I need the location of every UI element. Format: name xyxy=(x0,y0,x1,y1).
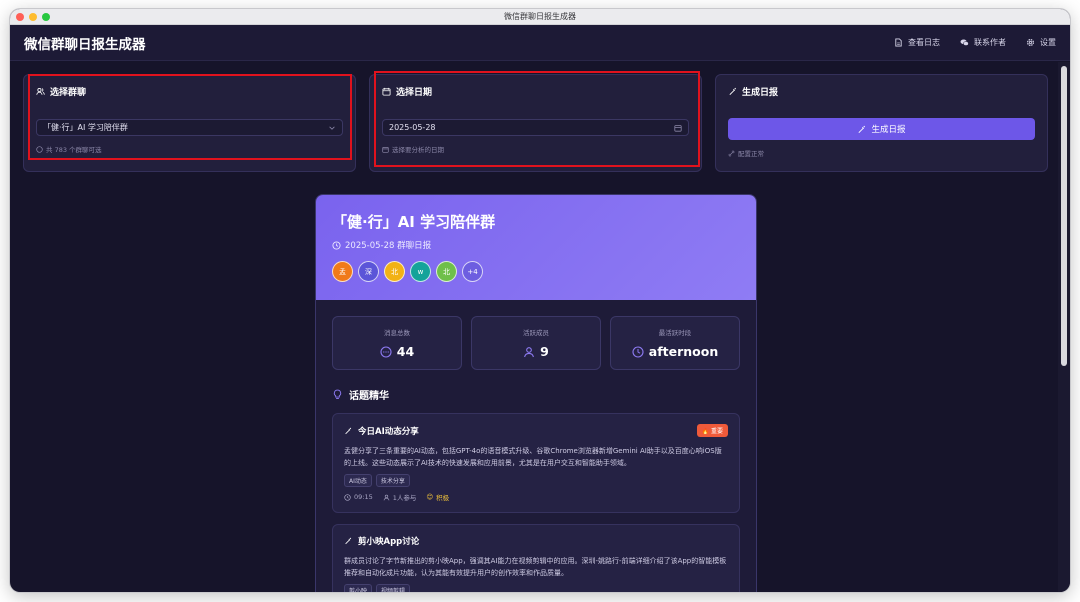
group-select-value: 「健·行」AI 学习陪伴群 xyxy=(43,123,128,132)
config-status-text: 配置正常 xyxy=(738,150,764,158)
avatar: 北 xyxy=(436,261,457,282)
header-nav: 查看日志 联系作者 设置 xyxy=(894,37,1056,48)
app-title: 微信群聊日报生成器 xyxy=(24,36,146,53)
magic-wand-icon xyxy=(345,427,352,434)
link-icon xyxy=(728,150,735,156)
topic-card[interactable]: 剪小映App讨论 群成员讨论了字节新推出的剪小映App，强调其AI能力在视频剪辑… xyxy=(332,524,740,592)
group-count-hint: 共 783 个群聊可选 xyxy=(36,144,343,154)
settings-button[interactable]: 设置 xyxy=(1026,37,1056,48)
magic-wand-icon xyxy=(345,537,352,545)
magic-wand-icon xyxy=(858,125,866,133)
chat-icon xyxy=(960,39,969,46)
date-input[interactable]: 2025-05-28 xyxy=(382,119,689,136)
select-group-card: 选择群聊 「健·行」AI 学习陪伴群 共 783 个群聊可选 xyxy=(23,74,356,172)
badge-text: 重要 xyxy=(710,428,723,435)
settings-label: 设置 xyxy=(1040,38,1056,47)
calendar-icon xyxy=(382,87,391,96)
calendar-icon xyxy=(382,146,389,153)
user-icon xyxy=(383,494,390,500)
generate-report-label: 生成日报 xyxy=(871,125,906,135)
report-preview: 「健·行」AI 学习陪伴群 2025-05-28 群聊日报 孟 深 北 w 北 … xyxy=(315,194,757,592)
scroll-thumb[interactable] xyxy=(1061,66,1067,366)
view-logs-label: 查看日志 xyxy=(908,38,940,47)
select-date-card: 选择日期 2025-05-28 选择要分析的日期 xyxy=(369,74,702,172)
document-icon xyxy=(895,38,902,47)
calendar-icon xyxy=(674,124,682,132)
scrollbar[interactable] xyxy=(1058,62,1070,592)
clock-icon xyxy=(332,240,341,250)
topics-section-title: 话题精华 xyxy=(332,387,740,402)
date-hint: 选择要分析的日期 xyxy=(382,144,689,154)
stat-value: afternoon xyxy=(648,344,719,359)
group-select[interactable]: 「健·行」AI 学习陪伴群 xyxy=(36,119,343,136)
date-hint-text: 选择要分析的日期 xyxy=(392,146,444,154)
contact-author-button[interactable]: 联系作者 xyxy=(960,37,1006,48)
topic-card[interactable]: 今日AI动态分享 🔥 重要 孟健分享了三条重要的AI动态，包括GPT-4o的语音… xyxy=(332,413,740,513)
magic-wand-icon xyxy=(729,87,736,95)
generate-report-title: 生成日报 xyxy=(742,88,779,98)
report-date-text: 2025-05-28 群聊日报 xyxy=(345,241,432,251)
maximize-window-button[interactable] xyxy=(42,13,50,21)
stat-peak-time: 最活跃时段 afternoon xyxy=(610,316,740,370)
avatar-more: +4 xyxy=(462,261,483,282)
chevron-down-icon xyxy=(329,126,335,130)
stat-total-messages: 消息总数 44 xyxy=(332,316,462,370)
topic-description: 群成员讨论了字节新推出的剪小映App，强调其AI能力在视频剪辑中的应用。深圳-姚… xyxy=(344,557,727,577)
window-title: 微信群聊日报生成器 xyxy=(504,12,576,21)
minimize-window-button[interactable] xyxy=(29,13,37,21)
view-logs-button[interactable]: 查看日志 xyxy=(894,37,940,48)
app-header: 微信群聊日报生成器 查看日志 联系作者 设置 xyxy=(10,25,1070,61)
clock-icon xyxy=(344,493,351,501)
topic-tag: 技术分享 xyxy=(375,474,410,487)
topic-title: 剪小映App讨论 xyxy=(358,537,420,547)
stat-label: 活跃成员 xyxy=(523,329,549,337)
avatar: 深 xyxy=(358,261,379,282)
report-group-name: 「健·行」AI 学习陪伴群 xyxy=(332,213,496,231)
avatar-list: 孟 深 北 w 北 +4 xyxy=(332,261,740,282)
generate-report-button[interactable]: 生成日报 xyxy=(728,118,1035,140)
report-date-line: 2025-05-28 群聊日报 xyxy=(332,239,740,251)
topic-meta: 09:15 1人参与 😊 积极 xyxy=(344,492,728,502)
group-count-text: 共 783 个群聊可选 xyxy=(46,146,102,154)
avatar: 北 xyxy=(384,261,405,282)
section-title-text: 话题精华 xyxy=(349,391,389,402)
message-icon xyxy=(36,145,43,153)
stat-label: 消息总数 xyxy=(384,329,410,337)
topic-tag: 剪小映 xyxy=(344,584,373,592)
topic-tag: AI动态 xyxy=(344,474,372,487)
stat-value: 9 xyxy=(540,344,549,359)
report-hero: 「健·行」AI 学习陪伴群 2025-05-28 群聊日报 孟 深 北 w 北 … xyxy=(316,195,756,300)
topic-time: 09:15 xyxy=(354,493,373,501)
title-bar: 微信群聊日报生成器 xyxy=(10,9,1070,25)
topic-title: 今日AI动态分享 xyxy=(358,426,419,437)
avatar: 孟 xyxy=(332,261,353,282)
topic-sentiment: 积极 xyxy=(436,494,450,502)
topic-participants: 1人参与 xyxy=(392,494,417,502)
topic-tag: 视频剪辑 xyxy=(376,584,411,592)
lightbulb-icon xyxy=(333,389,342,399)
stats-row: 消息总数 44 活跃成员 9 最活跃时段 afternoon xyxy=(316,300,756,370)
clock-icon xyxy=(632,345,644,358)
important-badge: 🔥 重要 xyxy=(696,424,728,437)
stat-active-members: 活跃成员 9 xyxy=(471,316,601,370)
select-group-title: 选择群聊 xyxy=(50,88,87,98)
smile-icon: 😊 xyxy=(426,493,434,501)
config-status: 配置正常 xyxy=(728,148,1035,158)
user-icon xyxy=(524,346,535,357)
users-icon xyxy=(36,88,45,95)
generate-report-card: 生成日报 生成日报 配置正常 xyxy=(715,74,1048,172)
gear-icon xyxy=(1026,38,1035,47)
message-icon xyxy=(380,345,392,358)
avatar: w xyxy=(410,261,431,282)
contact-author-label: 联系作者 xyxy=(974,38,1006,47)
stat-value: 44 xyxy=(396,344,415,359)
stat-label: 最活跃时段 xyxy=(658,329,692,337)
topic-description: 孟健分享了三条重要的AI动态，包括GPT-4o的语音模式升级、谷歌Chrome浏… xyxy=(344,447,722,467)
app-window: 微信群聊日报生成器 微信群聊日报生成器 查看日志 联系作者 设置 选择群聊 「健… xyxy=(10,9,1070,592)
select-date-title: 选择日期 xyxy=(396,88,433,98)
main-content: 选择群聊 「健·行」AI 学习陪伴群 共 783 个群聊可选 选择日期 2025… xyxy=(10,62,1058,592)
close-window-button[interactable] xyxy=(16,13,24,21)
date-input-value: 2025-05-28 xyxy=(389,123,436,132)
